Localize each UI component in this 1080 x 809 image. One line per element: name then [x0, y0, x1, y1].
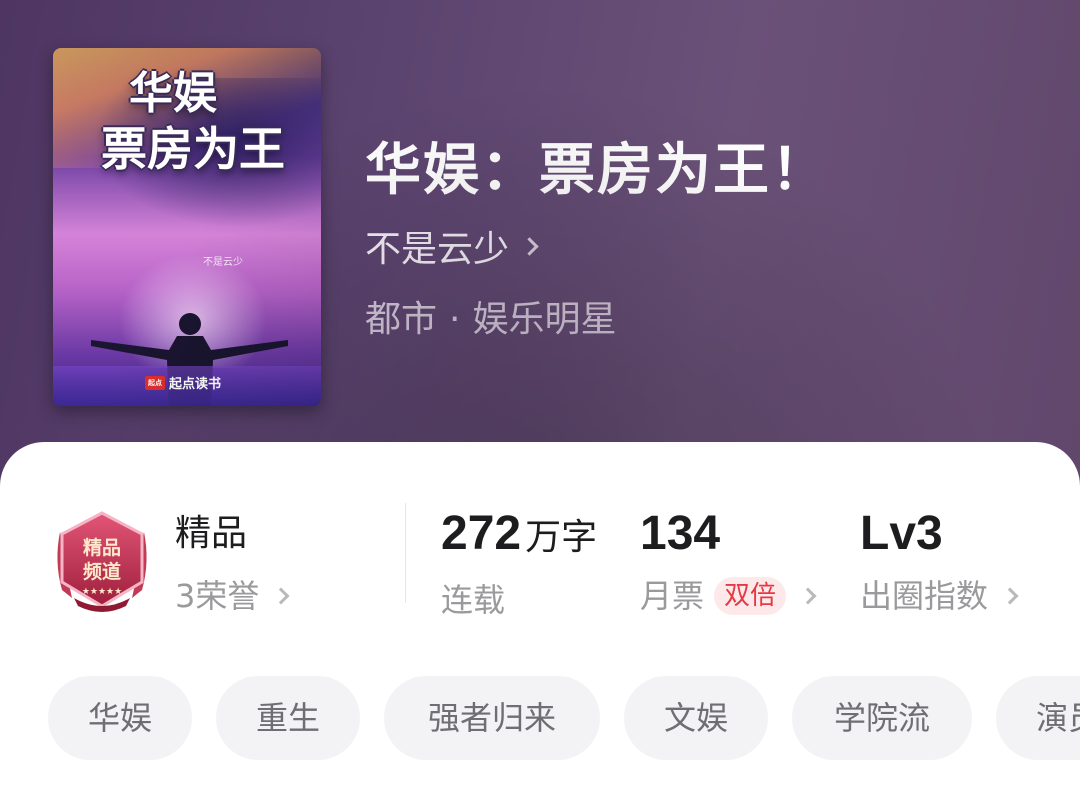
word-count-value: 272	[441, 507, 522, 560]
publisher-name: 起点读书	[169, 377, 222, 392]
monthly-votes-row[interactable]: 月票 双倍	[640, 576, 817, 616]
category-separator: ·	[449, 299, 461, 340]
monthly-votes-count: 134	[640, 507, 721, 560]
medal-stars-icon: ★★★★★	[82, 587, 122, 597]
honor-link[interactable]: 3荣誉	[175, 576, 290, 616]
cover-light	[113, 248, 273, 368]
medal-line2: 频道	[83, 560, 121, 583]
chevron-right-icon	[1001, 587, 1019, 605]
stats-divider	[405, 503, 406, 603]
serial-status-row: 连载	[441, 580, 597, 620]
medal-line1: 精品	[83, 536, 121, 559]
book-title: 华娱：票房为王！	[365, 137, 829, 203]
chevron-right-icon	[272, 587, 290, 605]
cover-publisher: 起点 起点读书	[145, 373, 221, 392]
category-row: 都市 · 娱乐明星	[365, 290, 616, 342]
tag-list: 华娱 重生 强者归来 文娱 学院流 演员	[48, 676, 1080, 760]
influence-label: 出圈指数	[860, 577, 989, 615]
tag-chip[interactable]: 演员	[996, 676, 1080, 760]
publisher-logo-icon: 起点	[145, 375, 165, 390]
serial-status: 连载	[441, 581, 506, 619]
cover-title-line2: 票房为王	[101, 122, 285, 176]
cover-figure-silhouette	[91, 313, 288, 406]
book-cover[interactable]: 华娱 票房为王 不是云少 起点 起点读书	[53, 48, 321, 406]
monthly-votes-label: 月票	[640, 577, 705, 615]
honor-count: 3荣誉	[175, 577, 260, 615]
word-count-unit: 万字	[525, 517, 598, 558]
tag-chip[interactable]: 学院流	[792, 676, 972, 760]
word-count: 272 万字	[441, 508, 597, 564]
cover-sky	[53, 48, 321, 168]
word-count-stat: 272 万字 连载	[441, 508, 597, 620]
quality-label: 精品	[175, 513, 248, 554]
double-votes-badge: 双倍	[714, 577, 787, 615]
cover-author: 不是云少	[203, 257, 243, 268]
book-header: 华娱 票房为王 不是云少 起点 起点读书 华娱：票房为王！ 不是云少 都市 · 娱乐…	[0, 0, 1080, 480]
subcategory[interactable]: 娱乐明星	[472, 299, 616, 340]
tag-chip[interactable]: 华娱	[48, 676, 192, 760]
cover-title: 华娱 票房为王	[73, 68, 313, 178]
author-name: 不是云少	[365, 229, 510, 270]
tag-chip[interactable]: 强者归来	[384, 676, 600, 760]
cover-title-line1: 华娱	[129, 68, 217, 119]
influence-level: Lv3	[860, 507, 943, 560]
cover-sea	[53, 366, 321, 406]
tag-chip[interactable]: 重生	[216, 676, 360, 760]
category[interactable]: 都市	[365, 299, 437, 340]
chevron-right-icon	[520, 236, 539, 256]
monthly-votes-stat[interactable]: 134 月票 双倍	[640, 507, 817, 616]
quality-stat[interactable]: 精品 3荣誉	[175, 508, 290, 616]
cover-wing	[93, 78, 321, 228]
author-link[interactable]: 不是云少	[365, 220, 539, 272]
tag-chip[interactable]: 文娱	[624, 676, 768, 760]
chevron-right-icon	[799, 587, 817, 605]
influence-stat[interactable]: Lv3 出圈指数	[860, 507, 1019, 616]
quality-medal-icon[interactable]: 精品 频道 ★★★★★	[52, 510, 152, 614]
influence-row[interactable]: 出圈指数	[860, 576, 1019, 616]
